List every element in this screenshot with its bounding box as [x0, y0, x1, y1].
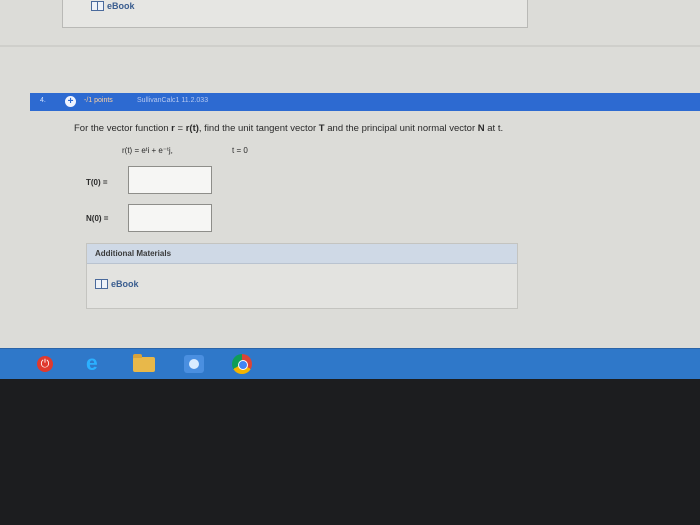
browser-content: eBook 4. + -/1 points SullivanCalc1 11.2…: [0, 0, 700, 352]
previous-materials-panel: eBook: [62, 0, 528, 28]
t-value: t = 0: [232, 146, 248, 155]
app-icon[interactable]: [184, 355, 204, 373]
question-prompt: For the vector function r = r(t), find t…: [74, 123, 504, 134]
ebook-link-label: eBook: [111, 279, 139, 289]
chrome-icon[interactable]: [232, 354, 252, 374]
book-icon: [91, 1, 104, 11]
additional-materials-header: Additional Materials: [87, 244, 517, 264]
taskbar: ⏻ e: [0, 348, 700, 379]
vector-function: r(t) = eᵗi + e⁻ᵗj,: [122, 146, 173, 155]
answer-input-N[interactable]: [128, 204, 212, 232]
ebook-link-label: eBook: [107, 1, 135, 11]
answer-label-N: N(0) =: [86, 214, 109, 223]
file-explorer-icon[interactable]: [133, 354, 155, 372]
power-icon[interactable]: ⏻: [37, 356, 53, 372]
internet-explorer-icon[interactable]: e: [86, 353, 98, 374]
question-header: 4. + -/1 points SullivanCalc1 11.2.033: [30, 93, 700, 111]
additional-materials-panel: Additional Materials eBook: [86, 243, 518, 309]
ebook-link-top[interactable]: eBook: [91, 1, 135, 11]
question-source: SullivanCalc1 11.2.033: [137, 97, 209, 104]
question-points: -/1 points: [84, 97, 113, 104]
answer-label-T: T(0) =: [86, 178, 108, 187]
question-number: 4.: [40, 97, 46, 104]
expand-plus-icon[interactable]: +: [65, 96, 76, 107]
divider: [0, 45, 700, 47]
ebook-link[interactable]: eBook: [95, 279, 139, 289]
answer-input-T[interactable]: [128, 166, 212, 194]
book-icon: [95, 279, 108, 289]
